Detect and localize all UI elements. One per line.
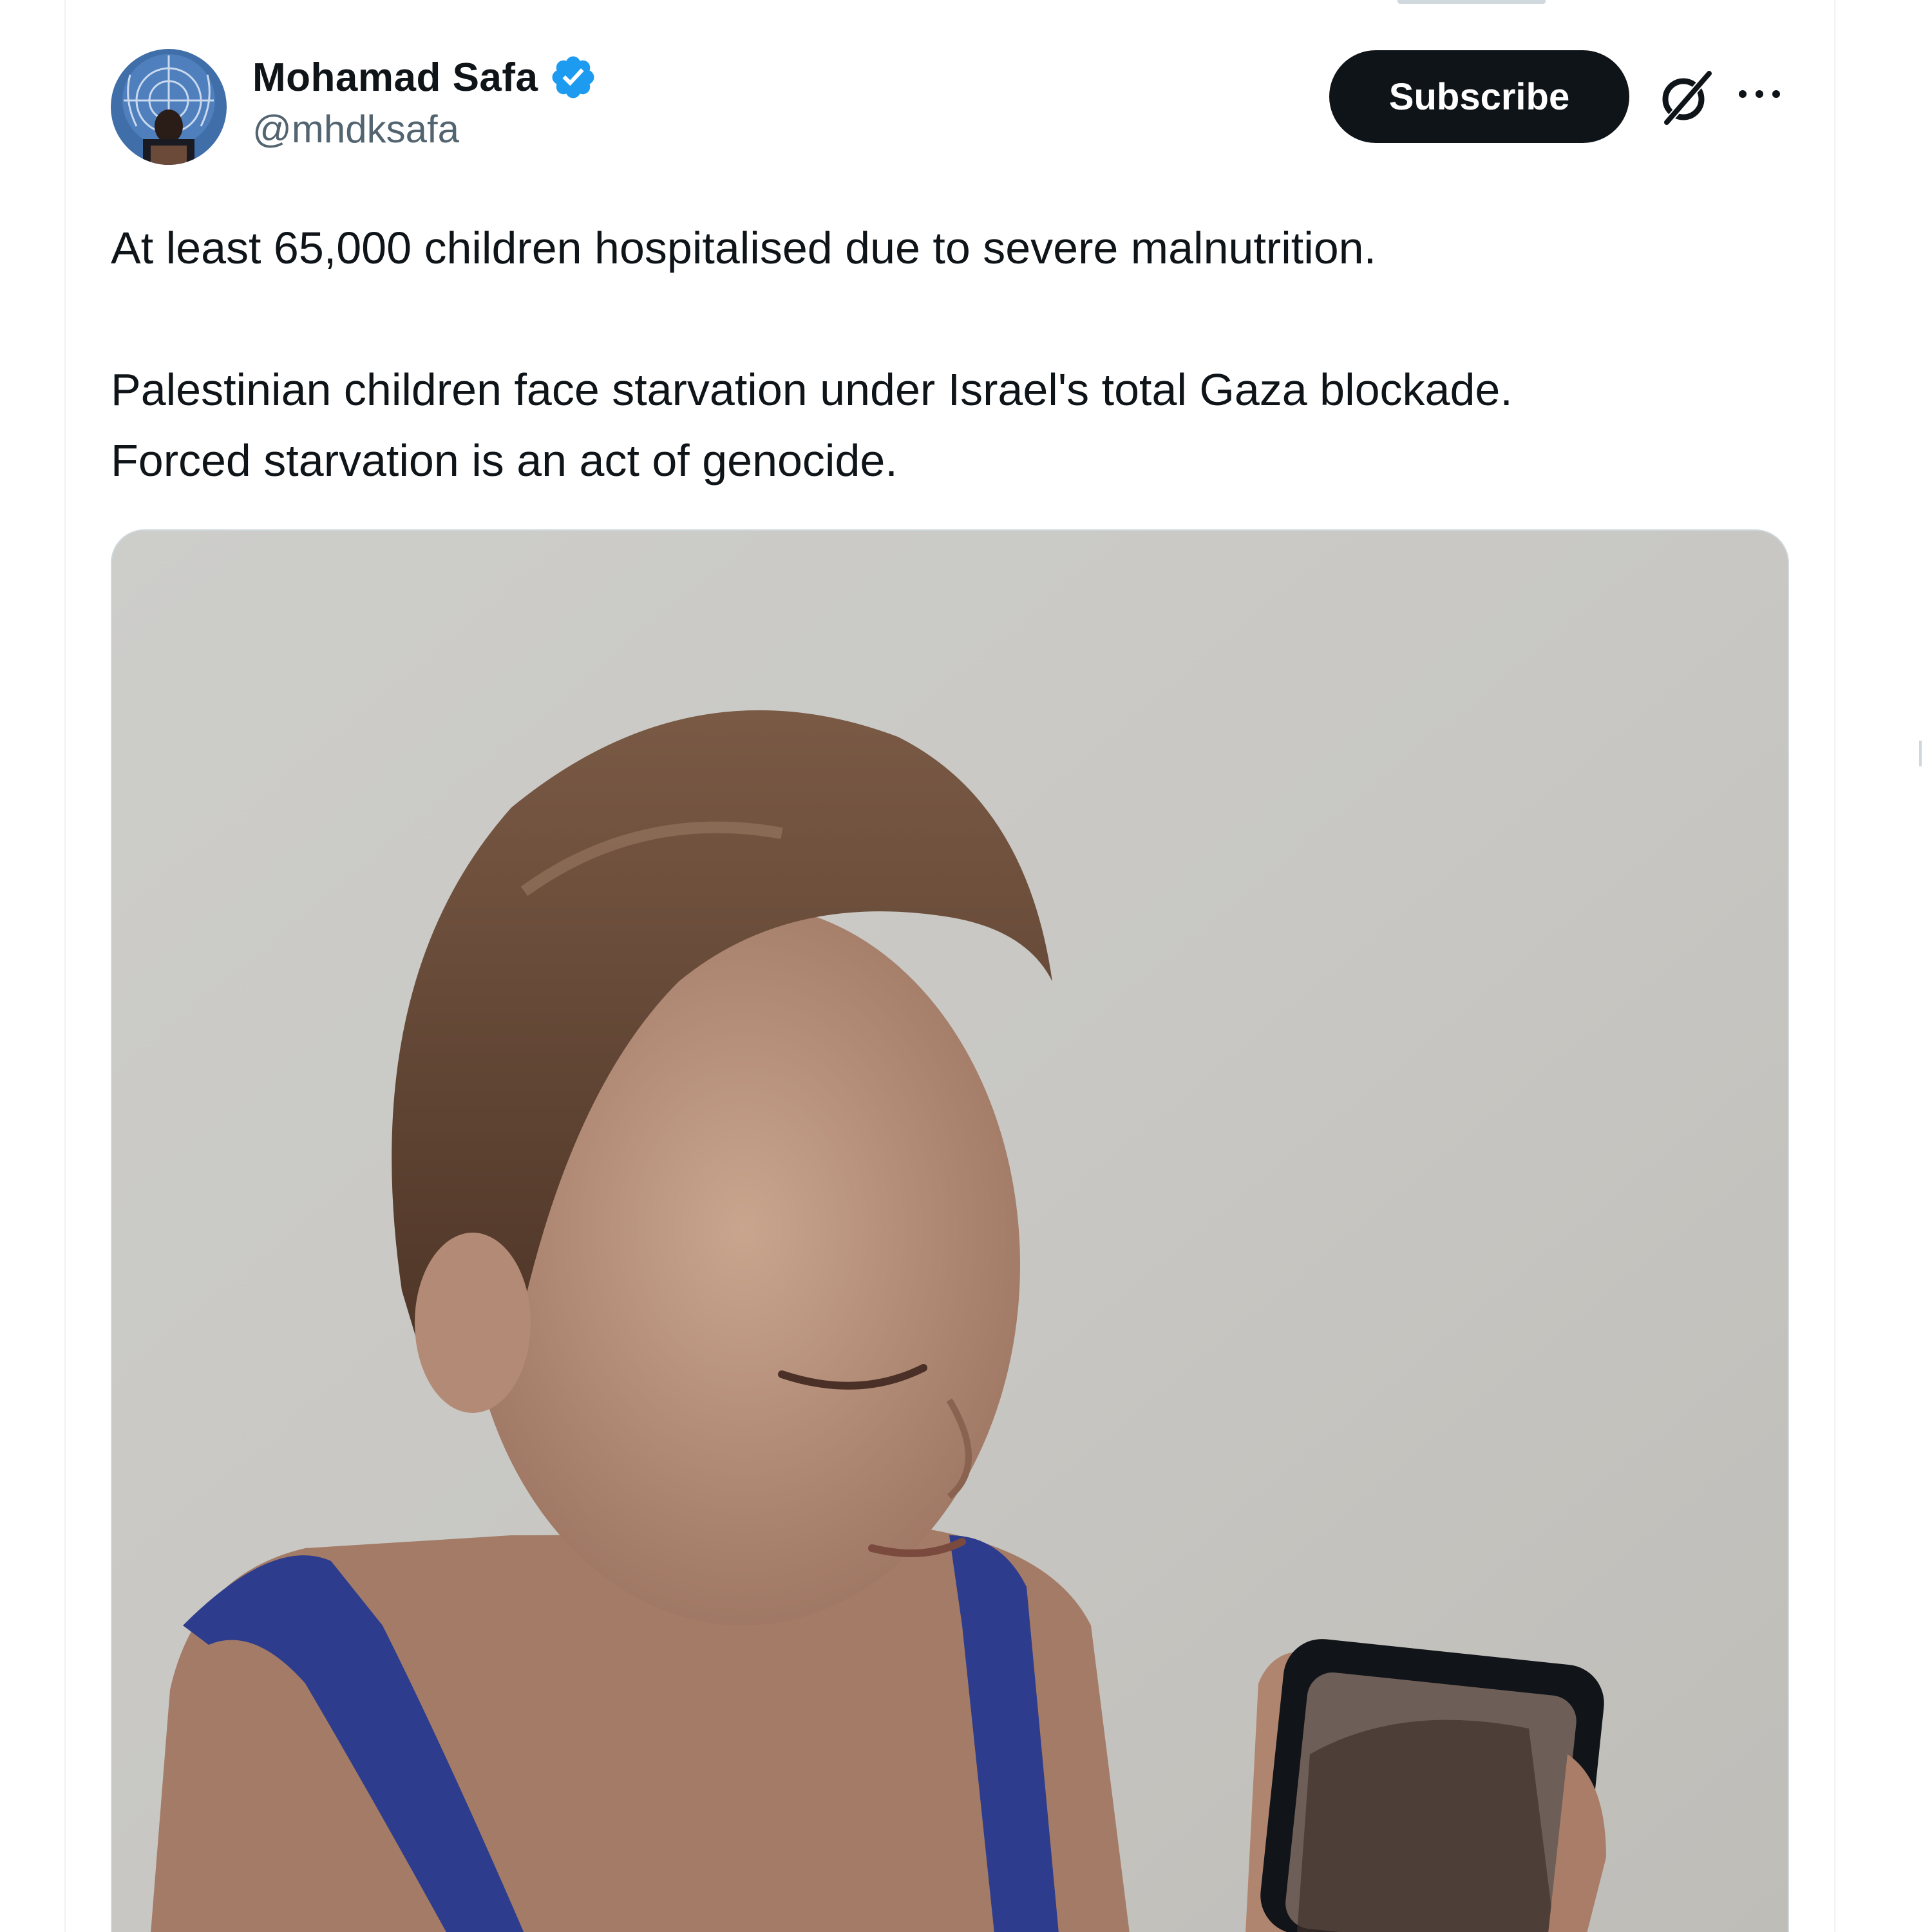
more-options-icon[interactable] xyxy=(1734,81,1785,107)
verified-badge-icon[interactable] xyxy=(549,53,598,102)
author-display-name[interactable]: Mohamad Safa xyxy=(252,55,538,100)
display-name-row: Mohamad Safa xyxy=(252,52,598,103)
avatar[interactable] xyxy=(111,49,227,165)
post-header: Mohamad Safa @mhdksafa Subscribe xyxy=(111,49,1792,165)
scrollbar-thumb[interactable] xyxy=(1919,741,1922,766)
subscribe-button[interactable]: Subscribe xyxy=(1329,50,1629,143)
post-text: At least 65,000 children hospitalised du… xyxy=(111,213,1811,496)
avatar-photo-icon xyxy=(111,49,227,165)
page: Mohamad Safa @mhdksafa Subscribe At leas… xyxy=(0,0,1932,1932)
author-info: Mohamad Safa @mhdksafa xyxy=(252,52,598,151)
post-text-line: At least 65,000 children hospitalised du… xyxy=(111,223,1377,273)
post-media-photo[interactable] xyxy=(111,529,1789,1932)
author-handle[interactable]: @mhdksafa xyxy=(252,107,598,151)
post-text-line: Palestinian children face starvation und… xyxy=(111,365,1513,415)
post-text-line: Forced starvation is an act of genocide. xyxy=(111,435,898,486)
photo-image xyxy=(112,531,1788,1932)
grok-icon[interactable] xyxy=(1654,67,1716,129)
